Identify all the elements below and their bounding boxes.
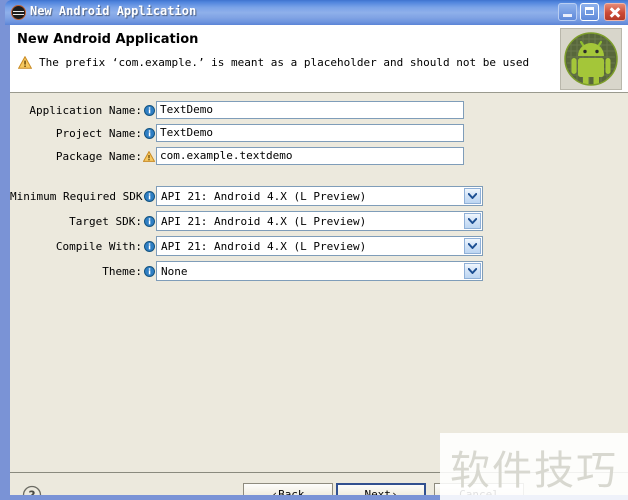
minimum-required-sdk-value: API 21: Android 4.X (L Preview) — [161, 189, 367, 203]
android-menu-icon[interactable] — [11, 5, 26, 20]
theme-value: None — [161, 264, 188, 278]
field-label-target-sdk: Target SDK: — [69, 214, 142, 228]
next-button[interactable]: Next › — [336, 483, 426, 495]
dialog-button-bar: ? ‹ Back Next › Cancel — [10, 472, 628, 495]
info-icon[interactable] — [142, 104, 156, 116]
field-label-package-name: Package Name: — [55, 149, 142, 163]
chevron-down-icon[interactable] — [464, 188, 481, 204]
page-title: New Android Application — [17, 32, 199, 47]
field-row-application-name: Application Name: TextDemo — [10, 100, 464, 120]
header-message: The prefix ‘com.example.’ is meant as a … — [18, 56, 529, 69]
svg-text:?: ? — [29, 489, 36, 496]
info-icon[interactable] — [142, 127, 156, 139]
field-label-application-name: Application Name: — [29, 103, 142, 117]
wizard-form: Application Name: TextDemo Project Name: — [10, 94, 628, 472]
target-sdk-dropdown[interactable]: API 21: Android 4.X (L Preview) — [156, 211, 483, 231]
field-row-package-name: Package Name: com.example.textdemo — [10, 146, 464, 166]
header-message-text: The prefix ‘com.example.’ is meant as a … — [39, 56, 530, 69]
application-name-input[interactable]: TextDemo — [156, 101, 464, 119]
package-name-input[interactable]: com.example.textdemo — [156, 147, 464, 165]
chevron-down-icon[interactable] — [464, 238, 481, 254]
android-robot-icon — [560, 28, 622, 90]
info-icon[interactable] — [142, 240, 156, 252]
chevron-down-icon[interactable] — [464, 263, 481, 279]
target-sdk-value: API 21: Android 4.X (L Preview) — [161, 214, 367, 228]
dialog-client-area: New Android Application The prefix ‘com.… — [10, 25, 628, 495]
window-title: New Android Application — [30, 4, 197, 18]
next-button-label: ext — [371, 487, 391, 496]
minimize-icon[interactable] — [558, 3, 577, 21]
chevron-down-icon[interactable] — [464, 213, 481, 229]
field-row-target-sdk: Target SDK: API 21: Android 4.X (L Previ… — [10, 211, 483, 231]
title-bar[interactable]: New Android Application — [5, 0, 628, 25]
field-label-compile-with: Compile With: — [55, 239, 142, 253]
field-label-minimum-required-sdk: Minimum Required SDK: — [10, 189, 150, 203]
back-button-prefix: ‹ — [271, 487, 279, 496]
field-row-compile-with: Compile With: API 21: Android 4.X (L Pre… — [10, 236, 483, 256]
minimum-required-sdk-dropdown[interactable]: API 21: Android 4.X (L Preview) — [156, 186, 483, 206]
theme-dropdown[interactable]: None — [156, 261, 483, 281]
wizard-header: New Android Application The prefix ‘com.… — [10, 25, 628, 93]
field-row-theme: Theme: None — [10, 261, 483, 281]
maximize-icon[interactable] — [580, 3, 599, 21]
field-label-project-name: Project Name: — [55, 126, 142, 140]
info-icon[interactable] — [142, 265, 156, 277]
info-icon[interactable] — [142, 190, 156, 202]
dialog-window: New Android Application New Android Appl… — [0, 0, 628, 500]
help-question-icon[interactable]: ? — [22, 485, 42, 495]
next-button-suffix: › — [390, 487, 398, 496]
back-button-mnemonic: B — [278, 487, 285, 496]
next-button-mnemonic: N — [364, 487, 372, 496]
info-icon[interactable] — [142, 215, 156, 227]
field-label-theme: Theme: — [102, 264, 142, 278]
back-button[interactable]: ‹ Back — [243, 483, 333, 495]
compile-with-value: API 21: Android 4.X (L Preview) — [161, 239, 367, 253]
warning-triangle-icon[interactable] — [142, 150, 156, 162]
cancel-button[interactable]: Cancel — [434, 483, 524, 495]
warning-triangle-icon — [18, 56, 32, 69]
compile-with-dropdown[interactable]: API 21: Android 4.X (L Preview) — [156, 236, 483, 256]
field-row-minimum-required-sdk: Minimum Required SDK: API 21: Android 4.… — [10, 186, 483, 206]
project-name-input[interactable]: TextDemo — [156, 124, 464, 142]
close-icon[interactable] — [604, 3, 626, 21]
field-row-project-name: Project Name: TextDemo — [10, 123, 464, 143]
back-button-label: ack — [284, 487, 305, 496]
cancel-button-label: Cancel — [459, 487, 499, 496]
